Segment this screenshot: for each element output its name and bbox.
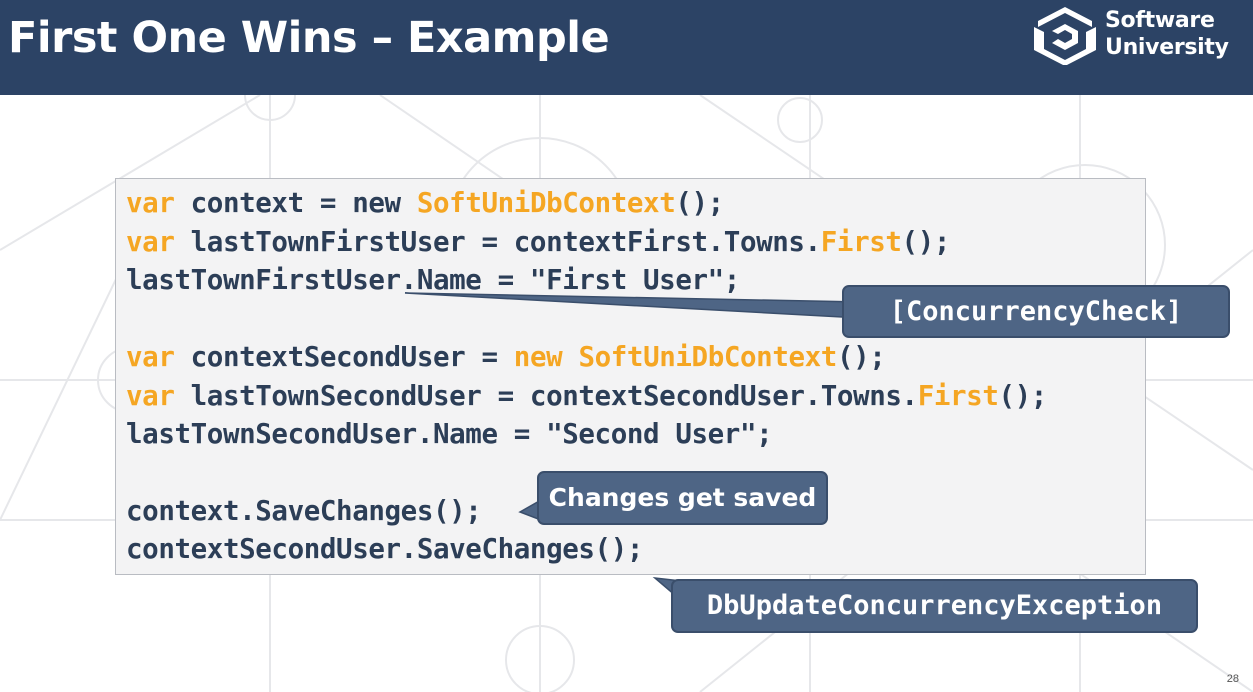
code-keyword: First xyxy=(917,380,999,412)
slide-title: First One Wins – Example xyxy=(8,13,610,63)
code-text: lastTownSecondUser = contextSecondUser.T… xyxy=(174,380,918,412)
code-text: lastTownFirstUser = contextFirst.Towns. xyxy=(174,226,822,258)
code-text: context = new xyxy=(174,187,417,219)
logo-line-university: University xyxy=(1105,35,1229,60)
slide-number: 28 xyxy=(1226,673,1239,685)
code-text: (); xyxy=(675,187,724,219)
code-keyword: var xyxy=(126,380,175,412)
exception-callout: DbUpdateConcurrencyException xyxy=(671,579,1198,633)
code-keyword: SoftUniDbContext xyxy=(416,187,676,219)
code-keyword: var xyxy=(126,341,175,373)
code-line: var lastTownFirstUser = contextFirst.Tow… xyxy=(126,224,950,260)
code-line: context.SaveChanges(); xyxy=(126,493,482,529)
code-keyword: SoftUniDbContext xyxy=(578,341,837,373)
code-text: (); xyxy=(836,341,886,373)
code-keyword: new xyxy=(513,341,563,373)
concurrency-check-callout: [ConcurrencyCheck] xyxy=(842,285,1230,338)
code-text: (); xyxy=(901,226,951,258)
logo-line-software: Software xyxy=(1105,8,1215,33)
softuni-cube-icon xyxy=(1034,7,1096,66)
code-line: contextSecondUser.SaveChanges(); xyxy=(126,531,643,567)
code-line: var context = new SoftUniDbContext(); xyxy=(126,185,724,221)
code-keyword: First xyxy=(820,226,902,258)
code-text: contextSecondUser.SaveChanges(); xyxy=(126,533,644,565)
software-university-logo: Software University xyxy=(1030,5,1245,66)
slide-header: First One Wins – Example Software Univer… xyxy=(0,0,1253,95)
code-keyword: var xyxy=(126,187,175,219)
changes-saved-callout: Changes get saved xyxy=(537,471,828,525)
code-keyword: var xyxy=(126,226,175,258)
code-text: (); xyxy=(998,380,1047,412)
code-line: lastTownFirstUser.Name = "First User"; xyxy=(126,262,740,298)
code-line: var lastTownSecondUser = contextSecondUs… xyxy=(126,378,1047,414)
code-line: var contextSecondUser = new SoftUniDbCon… xyxy=(126,339,886,375)
code-text: contextSecondUser = xyxy=(174,341,514,373)
code-text: lastTownFirstUser.Name = "First User"; xyxy=(126,264,740,296)
logo-text: Software University xyxy=(1105,7,1229,61)
code-text: lastTownSecondUser.Name = "Second User"; xyxy=(126,418,773,450)
code-line: lastTownSecondUser.Name = "Second User"; xyxy=(126,416,773,452)
code-text: context.SaveChanges(); xyxy=(126,495,482,527)
